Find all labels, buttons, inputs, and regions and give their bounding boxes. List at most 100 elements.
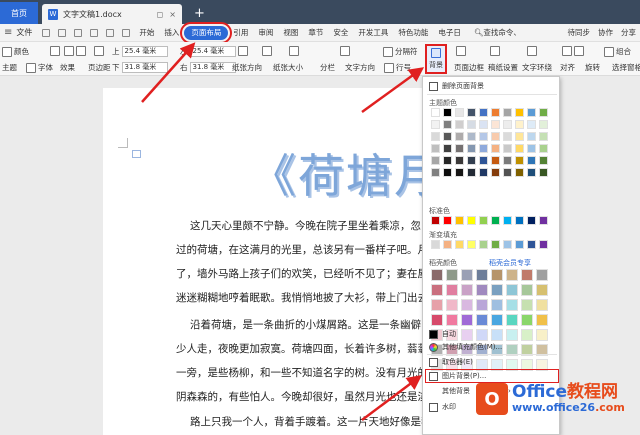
menu-insert[interactable]: 插入 bbox=[159, 26, 184, 40]
orientation-button[interactable]: 纸张方向 bbox=[232, 62, 262, 73]
color-swatch[interactable] bbox=[536, 269, 548, 281]
color-swatch[interactable] bbox=[527, 144, 536, 153]
color-swatch[interactable] bbox=[536, 329, 548, 341]
color-swatch[interactable] bbox=[506, 299, 518, 311]
color-swatch[interactable] bbox=[467, 144, 476, 153]
theme-button[interactable]: 主题 bbox=[2, 62, 17, 73]
select-pane-button[interactable]: 选择窗格 bbox=[612, 62, 640, 73]
color-swatch[interactable] bbox=[476, 284, 488, 296]
color-swatch[interactable] bbox=[431, 132, 440, 141]
color-swatch[interactable] bbox=[476, 329, 488, 341]
color-swatch[interactable] bbox=[527, 108, 536, 117]
color-swatch[interactable] bbox=[446, 299, 458, 311]
paper-settings-button[interactable]: 稿纸设置 bbox=[488, 62, 518, 73]
pin-icon[interactable]: ◻ bbox=[157, 10, 164, 19]
color-swatch[interactable] bbox=[503, 240, 512, 249]
rotate-button[interactable]: 旋转 bbox=[585, 62, 600, 73]
color-swatch[interactable] bbox=[521, 284, 533, 296]
color-swatch[interactable] bbox=[467, 168, 476, 177]
paragraph-line[interactable]: 路上只我一个人，背着手踱着。这一片天地好像是我 bbox=[190, 414, 432, 429]
color-swatch[interactable] bbox=[503, 216, 512, 225]
color-swatch[interactable] bbox=[491, 240, 500, 249]
color-swatch[interactable] bbox=[503, 156, 512, 165]
close-icon[interactable]: × bbox=[169, 10, 176, 19]
color-swatch[interactable] bbox=[515, 120, 524, 129]
text-direction-button[interactable]: 文字方向 bbox=[345, 62, 375, 73]
color-swatch[interactable] bbox=[431, 269, 443, 281]
color-swatch[interactable] bbox=[539, 144, 548, 153]
color-swatch[interactable] bbox=[479, 168, 488, 177]
color-swatch[interactable] bbox=[515, 108, 524, 117]
color-swatch[interactable] bbox=[506, 329, 518, 341]
color-swatch[interactable] bbox=[431, 299, 443, 311]
text-direction-icon[interactable] bbox=[340, 46, 352, 56]
font-button[interactable]: 字体 bbox=[26, 62, 53, 73]
color-swatch[interactable] bbox=[461, 284, 473, 296]
color-swatch[interactable] bbox=[461, 314, 473, 326]
color-swatch[interactable] bbox=[479, 120, 488, 129]
page-border-icon[interactable] bbox=[456, 46, 468, 56]
color-swatch[interactable] bbox=[431, 284, 443, 296]
orientation-icon[interactable] bbox=[238, 46, 250, 56]
background-button[interactable]: 背景 bbox=[425, 44, 447, 74]
color-swatch[interactable] bbox=[479, 108, 488, 117]
color-swatch[interactable] bbox=[431, 168, 440, 177]
paragraph-line[interactable]: 一旁，是些杨柳，和一些不知道名字的树。没有月光的 bbox=[176, 365, 428, 380]
color-swatch[interactable] bbox=[491, 144, 500, 153]
tab-home[interactable]: 首页 bbox=[0, 2, 38, 24]
color-swatch[interactable] bbox=[467, 120, 476, 129]
align-icon[interactable] bbox=[562, 46, 586, 56]
color-swatch[interactable] bbox=[461, 329, 473, 341]
color-swatch[interactable] bbox=[536, 314, 548, 326]
color-swatch[interactable] bbox=[431, 314, 443, 326]
effects-button[interactable]: 效果 bbox=[60, 62, 75, 73]
color-swatch[interactable] bbox=[476, 269, 488, 281]
theme-effect-button[interactable] bbox=[50, 46, 62, 56]
picture-background-item[interactable]: 图片背景(P)... bbox=[429, 371, 486, 381]
paragraph-line[interactable]: 沿着荷塘，是一条曲折的小煤屑路。这是一条幽僻 bbox=[190, 317, 421, 332]
color-swatch[interactable] bbox=[491, 168, 500, 177]
theme-effect-label[interactable] bbox=[64, 46, 88, 56]
color-swatch[interactable] bbox=[539, 240, 548, 249]
paragraph-line[interactable]: 迷迷糊糊地哼着眠歌。我悄悄地披了大衫，带上门出去 bbox=[176, 290, 428, 305]
print-icon[interactable] bbox=[74, 28, 83, 37]
color-swatch[interactable] bbox=[443, 120, 452, 129]
color-swatch[interactable] bbox=[539, 216, 548, 225]
preview-icon[interactable] bbox=[90, 28, 99, 37]
command-search[interactable]: 🔍︎ 查找命令、 bbox=[474, 27, 521, 38]
menu-view[interactable]: 视图 bbox=[278, 26, 303, 40]
color-swatch[interactable] bbox=[443, 240, 452, 249]
color-swatch[interactable] bbox=[491, 156, 500, 165]
margins-icon[interactable] bbox=[94, 46, 106, 56]
color-swatch[interactable] bbox=[467, 216, 476, 225]
color-swatch[interactable] bbox=[521, 269, 533, 281]
color-swatch[interactable] bbox=[455, 168, 464, 177]
color-swatch[interactable] bbox=[479, 156, 488, 165]
color-swatch[interactable] bbox=[455, 144, 464, 153]
sync-status[interactable]: 待同步 bbox=[568, 27, 591, 38]
color-swatch[interactable] bbox=[527, 120, 536, 129]
color-swatch[interactable] bbox=[515, 156, 524, 165]
color-swatch[interactable] bbox=[521, 314, 533, 326]
margin-left-field[interactable]: 左 25.4 毫米 bbox=[180, 46, 236, 57]
color-swatch[interactable] bbox=[527, 132, 536, 141]
color-swatch[interactable] bbox=[467, 240, 476, 249]
color-swatch[interactable] bbox=[503, 120, 512, 129]
share-button[interactable]: 分享 bbox=[621, 27, 636, 38]
undo-icon[interactable] bbox=[106, 28, 115, 37]
color-swatch[interactable] bbox=[515, 132, 524, 141]
menu-security[interactable]: 安全 bbox=[328, 26, 353, 40]
watermark-item[interactable]: 水印 bbox=[429, 402, 456, 412]
color-swatch[interactable] bbox=[476, 314, 488, 326]
paragraph-line[interactable]: 了，墙外马路上孩子们的欢笑，已经听不见了；妻在屋里 bbox=[176, 266, 439, 281]
theme-color-button[interactable]: 颜色 bbox=[2, 46, 29, 57]
color-swatch[interactable] bbox=[491, 269, 503, 281]
menu-developer[interactable]: 开发工具 bbox=[353, 26, 393, 40]
color-swatch[interactable] bbox=[455, 240, 464, 249]
menu-page-layout[interactable]: 页面布局 bbox=[180, 21, 233, 44]
color-swatch[interactable] bbox=[491, 299, 503, 311]
columns-icon[interactable] bbox=[289, 46, 301, 56]
line-number-button[interactable]: 行号 bbox=[384, 62, 411, 73]
color-swatch[interactable] bbox=[536, 299, 548, 311]
color-swatch[interactable] bbox=[455, 132, 464, 141]
